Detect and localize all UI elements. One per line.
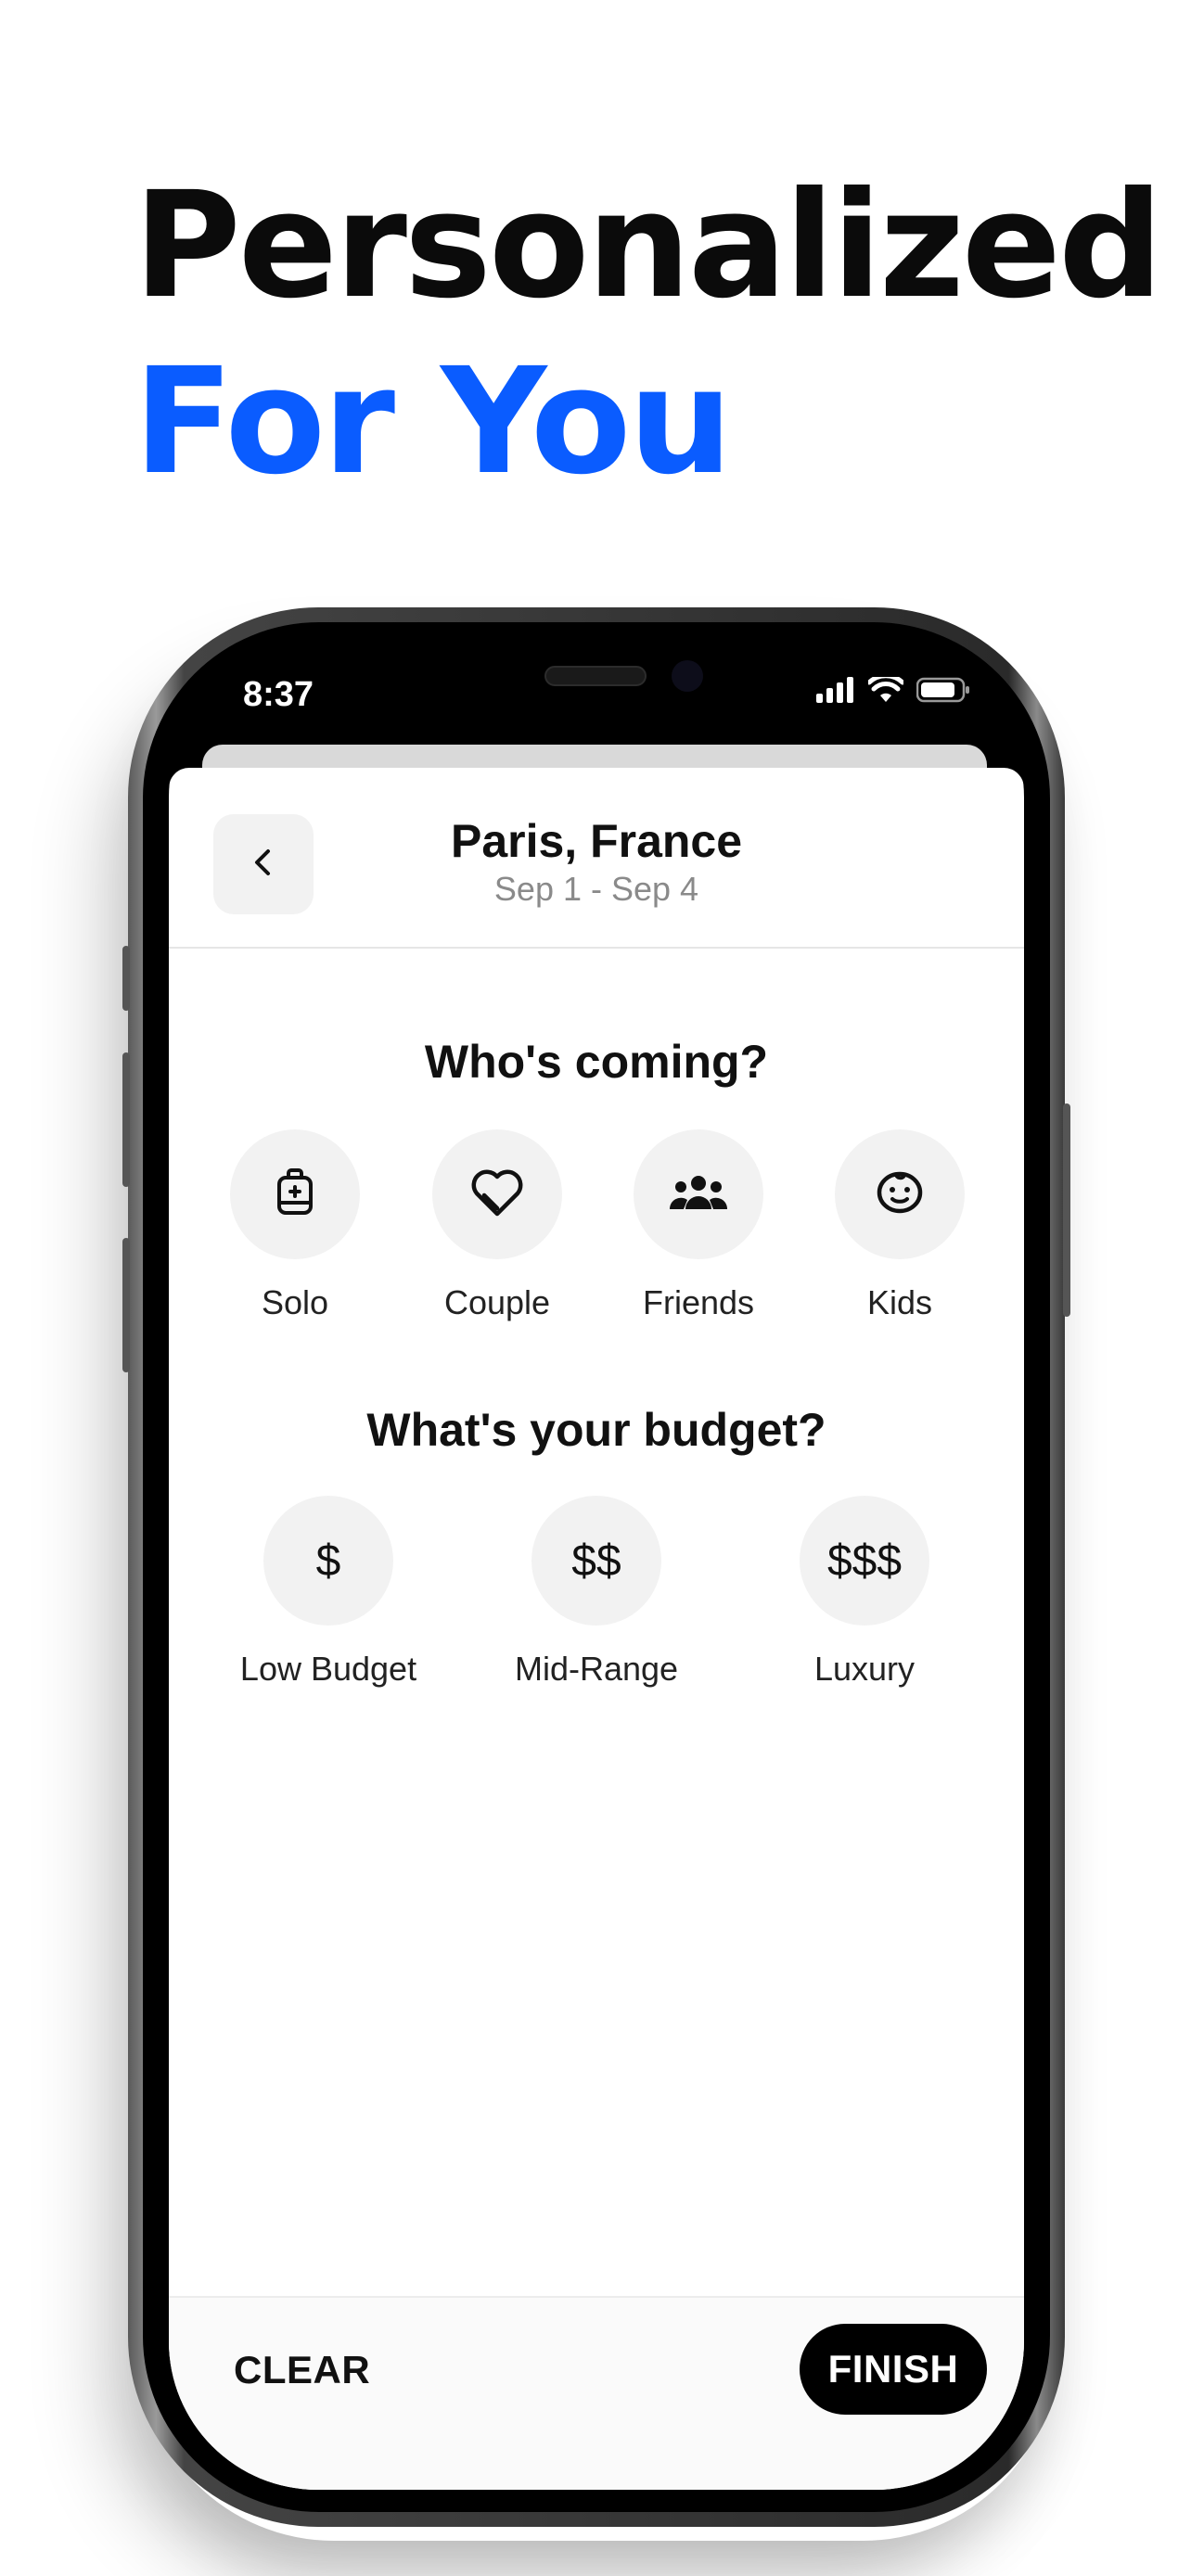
phone-power-button xyxy=(1063,1103,1070,1317)
footer-bar: CLEAR FINISH xyxy=(169,2296,1024,2490)
backpack-icon xyxy=(273,1167,317,1221)
trip-dates: Sep 1 - Sep 4 xyxy=(493,870,699,908)
budget-option-label: Mid-Range xyxy=(514,1650,679,1688)
budget-option-low[interactable]: $ Low Budget xyxy=(236,1496,421,1689)
companion-option-solo[interactable]: Solo xyxy=(202,1129,388,1322)
battery-icon xyxy=(916,677,970,708)
companion-option-circle[interactable] xyxy=(835,1129,965,1259)
companion-option-label: Friends xyxy=(642,1283,755,1321)
headline-line-1: Personalized xyxy=(134,160,1163,331)
budget-option-circle[interactable]: $$ xyxy=(531,1496,661,1626)
status-icons xyxy=(816,673,970,708)
budget-symbol: $$$ xyxy=(826,1536,903,1586)
heart-icon xyxy=(469,1167,525,1222)
phone-screen: 8:37 Paris, France Sep 1 - Sep 4 Who's c… xyxy=(169,649,1024,2490)
phone-mute-switch xyxy=(122,946,130,1011)
group-icon xyxy=(669,1174,728,1216)
companion-option-friends[interactable]: Friends xyxy=(606,1129,791,1322)
status-time: 8:37 xyxy=(243,675,314,714)
budget-option-mid[interactable]: $$ Mid-Range xyxy=(504,1496,689,1689)
phone-volume-up xyxy=(122,1052,130,1187)
budget-option-luxury[interactable]: $$$ Luxury xyxy=(772,1496,957,1689)
companion-option-couple[interactable]: Couple xyxy=(404,1129,590,1322)
companion-option-kids[interactable]: Kids xyxy=(807,1129,992,1322)
baby-face-icon xyxy=(874,1169,926,1220)
budget-title: What's your budget? xyxy=(366,1404,826,1456)
budget-symbol: $ xyxy=(315,1536,341,1586)
budget-option-label: Low Budget xyxy=(239,1650,417,1688)
headline: Personalized For You xyxy=(134,158,1163,510)
trip-preferences-sheet: Paris, France Sep 1 - Sep 4 Who's coming… xyxy=(169,768,1024,2490)
phone-volume-down xyxy=(122,1238,130,1372)
companion-option-label: Couple xyxy=(443,1283,551,1321)
companion-option-label: Solo xyxy=(261,1283,329,1321)
companions-title: Who's coming? xyxy=(424,1036,769,1088)
budget-symbol: $$ xyxy=(571,1536,621,1586)
front-camera xyxy=(672,660,703,692)
budget-option-circle[interactable]: $$$ xyxy=(800,1496,929,1626)
companion-option-circle[interactable] xyxy=(432,1129,562,1259)
signal-icon xyxy=(816,677,855,708)
trip-title: Paris, France xyxy=(450,815,743,867)
header-divider xyxy=(169,947,1024,949)
clear-button[interactable]: CLEAR xyxy=(234,2348,370,2392)
companion-option-circle[interactable] xyxy=(634,1129,763,1259)
companion-option-label: Kids xyxy=(866,1283,933,1321)
headline-line-2: For You xyxy=(134,337,733,507)
budget-option-label: Luxury xyxy=(813,1650,916,1688)
earpiece-speaker xyxy=(544,666,647,686)
wifi-icon xyxy=(866,673,905,708)
budget-option-circle[interactable]: $ xyxy=(263,1496,393,1626)
companion-option-circle[interactable] xyxy=(230,1129,360,1259)
finish-button[interactable]: FINISH xyxy=(800,2324,987,2415)
